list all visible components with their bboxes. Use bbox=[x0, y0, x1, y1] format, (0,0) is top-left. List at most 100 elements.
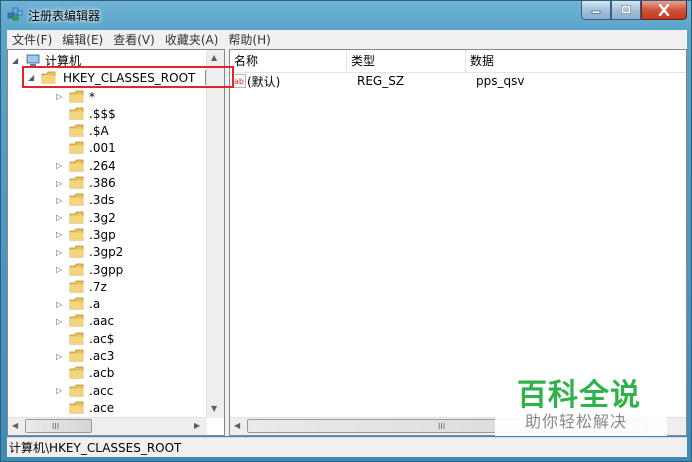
no-expander bbox=[56, 334, 65, 343]
tree-item-label: .386 bbox=[89, 176, 116, 190]
tree-item[interactable]: .$A bbox=[56, 123, 109, 140]
scroll-right-arrow-icon[interactable]: ▶ bbox=[194, 421, 200, 430]
expand-arrow-icon[interactable]: ▷ bbox=[56, 92, 65, 101]
expand-arrow-icon[interactable]: ▷ bbox=[56, 386, 65, 395]
menu-edit[interactable]: 编辑(E) bbox=[57, 31, 108, 48]
folder-icon bbox=[69, 297, 84, 310]
tree-item[interactable]: .001 bbox=[56, 140, 116, 157]
scroll-down-arrow-icon[interactable]: ▼ bbox=[211, 404, 217, 413]
maximize-button[interactable] bbox=[611, 1, 641, 20]
tree-item[interactable]: ▷ .aac bbox=[56, 313, 114, 330]
tree-item-label: .001 bbox=[89, 141, 116, 156]
folder-icon bbox=[69, 142, 84, 154]
menu-favorites[interactable]: 收藏夹(A) bbox=[160, 31, 224, 48]
tree-item-label: .a bbox=[89, 297, 101, 312]
tree-item-label: .$$$ bbox=[89, 106, 116, 121]
column-header-type[interactable]: 类型 bbox=[347, 50, 466, 72]
tree-vertical-scrollbar[interactable]: ▲ ▼ bbox=[206, 50, 224, 418]
tree-item-label: .264 bbox=[89, 158, 116, 173]
list-header: 名称 类型 数据 bbox=[230, 50, 686, 73]
menu-view[interactable]: 查看(V) bbox=[108, 31, 160, 48]
folder-icon bbox=[69, 193, 84, 206]
expand-arrow-icon[interactable]: ▷ bbox=[56, 248, 65, 257]
expand-arrow-icon[interactable]: ▷ bbox=[56, 161, 65, 170]
tree-item[interactable]: ▷ .3ds bbox=[56, 192, 114, 209]
tree-item-label: .aac bbox=[89, 314, 115, 329]
tree-item[interactable]: .ac$ bbox=[56, 330, 114, 347]
scroll-left-arrow-icon[interactable]: ◀ bbox=[12, 421, 18, 430]
tree-item[interactable]: .7z bbox=[56, 278, 107, 295]
tree-item[interactable]: ▷ .264 bbox=[56, 157, 116, 174]
value-data: pps_qsv bbox=[476, 74, 525, 88]
tree-item[interactable]: ▷ .ac3 bbox=[56, 348, 114, 365]
minimize-button[interactable] bbox=[581, 1, 611, 20]
no-expander bbox=[56, 109, 65, 118]
folder-icon bbox=[69, 384, 84, 396]
tree-item-label: .acb bbox=[89, 366, 115, 381]
tree-item[interactable]: .acb bbox=[56, 365, 114, 382]
horizontal-scroll-thumb[interactable]: III bbox=[25, 419, 92, 433]
tree-item[interactable]: ▷ .acc bbox=[56, 382, 113, 399]
registry-tree[interactable]: ◢ 计算机 ◢ HKEY_CLASSES_ROOT ▷ *.$$$ .$A .0… bbox=[7, 49, 225, 436]
folder-icon bbox=[69, 401, 84, 414]
tree-item[interactable]: .ace bbox=[56, 399, 114, 416]
scroll-up-arrow-icon[interactable]: ▲ bbox=[211, 53, 217, 62]
folder-icon bbox=[69, 228, 84, 241]
scroll-left-arrow-icon[interactable]: ◀ bbox=[234, 421, 240, 430]
title-bar[interactable]: 注册表编辑器 bbox=[1, 1, 691, 29]
folder-icon bbox=[69, 263, 84, 275]
tree-item-label: .ac$ bbox=[89, 331, 115, 346]
expand-arrow-icon[interactable]: ▷ bbox=[56, 213, 65, 222]
folder-icon bbox=[69, 124, 84, 137]
string-value-icon: ab bbox=[232, 74, 246, 88]
regedit-app-icon bbox=[7, 7, 23, 21]
tree-item[interactable]: ▷ .3gpp bbox=[56, 261, 123, 278]
value-name: (默认) bbox=[247, 74, 281, 89]
expand-arrow-icon[interactable]: ▷ bbox=[56, 300, 65, 309]
expand-arrow-icon[interactable]: ▷ bbox=[56, 352, 65, 361]
folder-icon bbox=[69, 211, 84, 223]
column-header-name[interactable]: 名称 bbox=[230, 50, 347, 72]
minimize-icon bbox=[591, 10, 601, 14]
list-row[interactable]: ab (默认) REG_SZ pps_qsv bbox=[232, 72, 592, 90]
expand-arrow-icon[interactable]: ▷ bbox=[56, 317, 65, 326]
menu-bar: 文件(F) 编辑(E) 查看(V) 收藏夹(A) 帮助(H) bbox=[7, 30, 687, 49]
tree-item[interactable]: ▷ .a bbox=[56, 296, 100, 313]
tree-item[interactable]: .$$$ bbox=[56, 105, 116, 122]
scroll-grip: III bbox=[52, 422, 60, 431]
folder-icon bbox=[69, 159, 84, 172]
close-button[interactable] bbox=[641, 1, 687, 20]
tree-item-label: .3ds bbox=[89, 193, 115, 208]
expand-arrow-icon[interactable]: ▷ bbox=[56, 265, 65, 274]
folder-icon bbox=[69, 90, 84, 102]
folder-icon bbox=[69, 349, 84, 362]
expand-arrow-icon[interactable]: ▷ bbox=[56, 179, 65, 188]
no-expander bbox=[56, 403, 65, 412]
expand-arrow-icon[interactable]: ▷ bbox=[56, 230, 65, 239]
tree-item-label: .$A bbox=[89, 124, 109, 139]
menu-file[interactable]: 文件(F) bbox=[7, 31, 57, 48]
watermark: 百科全说 助你轻松解决 bbox=[495, 368, 667, 436]
tree-item-label: .3gp bbox=[89, 227, 116, 242]
no-expander bbox=[56, 144, 65, 153]
tree-item[interactable]: ▷ .3gp2 bbox=[56, 244, 123, 261]
scroll-grip: III bbox=[438, 422, 446, 431]
tree-item[interactable]: ▷ .3g2 bbox=[56, 209, 116, 226]
tree-item[interactable]: ▷ * bbox=[56, 88, 95, 105]
tree-item-label: .3g2 bbox=[89, 210, 116, 225]
tree-item-label: .ac3 bbox=[89, 349, 115, 363]
tree-item[interactable]: ▷ .386 bbox=[56, 175, 116, 192]
column-header-data[interactable]: 数据 bbox=[466, 50, 586, 72]
tree-item[interactable]: ▷ .3gp bbox=[56, 226, 116, 243]
tree-horizontal-scrollbar[interactable]: ◀ III ▶ bbox=[8, 417, 207, 435]
regedit-window: 注册表编辑器 文件(F) 编辑(E) 查看(V) 收藏夹(A) 帮助(H) ◢ bbox=[0, 0, 692, 462]
folder-icon bbox=[69, 366, 84, 379]
value-type: REG_SZ bbox=[357, 74, 405, 88]
watermark-subtitle: 助你轻松解决 bbox=[525, 412, 628, 431]
collapse-icon[interactable]: ◢ bbox=[12, 56, 21, 65]
folder-icon bbox=[69, 315, 84, 327]
expand-arrow-icon[interactable]: ▷ bbox=[56, 196, 65, 205]
menu-help[interactable]: 帮助(H) bbox=[223, 31, 275, 48]
no-expander bbox=[56, 369, 65, 378]
no-expander bbox=[56, 282, 65, 291]
